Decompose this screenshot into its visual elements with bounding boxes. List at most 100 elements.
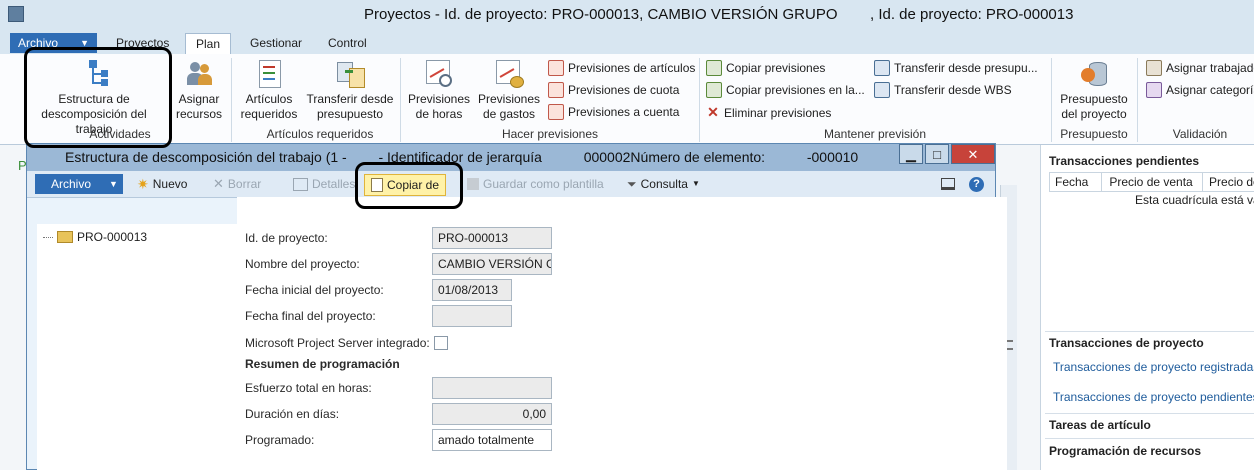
copy-forecasts-button[interactable]: Copiar previsiones — [706, 60, 825, 76]
project-name-label: Nombre del proyecto: — [245, 257, 360, 271]
save-as-template-label: Guardar como plantilla — [483, 177, 604, 191]
pending-transactions-link[interactable]: Transacciones de proyecto pendientes — [1053, 390, 1254, 404]
delete-forecasts-label: Eliminar previsiones — [724, 105, 832, 120]
column-header-precio-venta[interactable]: Precio de venta — [1102, 173, 1204, 191]
app-icon — [8, 6, 24, 22]
transfer-from-budget-button[interactable]: Transferir desde presupu... — [874, 60, 1038, 76]
tab-plan[interactable]: Plan — [185, 33, 232, 55]
window-title-suffix: , Id. de proyecto: PRO-000013 — [870, 6, 1074, 23]
ribbon-tab-bar: Proyectos Plan Gestionar Control — [0, 30, 1254, 55]
project-id-label: Id. de proyecto: — [245, 231, 328, 245]
column-header-fecha[interactable]: Fecha — [1050, 173, 1103, 191]
divider — [1045, 331, 1254, 332]
delete-forecasts-button[interactable]: ✕ Eliminar previsiones — [706, 104, 831, 121]
new-button[interactable]: ✷ Nuevo — [137, 175, 187, 193]
on-account-forecasts-button[interactable]: Previsiones a cuenta — [548, 104, 679, 120]
item-forecasts-button[interactable]: Previsiones de artículos — [548, 60, 695, 76]
query-button[interactable]: ⏷ Consulta ▼ — [627, 175, 700, 193]
transfer-from-wbs-button[interactable]: Transferir desde WBS — [874, 82, 1012, 98]
ribbon-separator — [1051, 58, 1052, 142]
assign-worker-label: Asignar trabajado — [1166, 61, 1254, 75]
annotation-highlight-copy-from — [355, 162, 463, 209]
duration-label: Duración en días: — [245, 407, 340, 421]
scheduled-field[interactable]: amado totalmente — [432, 429, 552, 451]
hour-forecasts-button[interactable]: Previsiones de horas — [406, 58, 472, 122]
required-items-button[interactable]: Artículos requeridos — [238, 58, 300, 122]
group-label-make-forecasts: Hacer previsiones — [501, 127, 599, 141]
ribbon-separator — [1137, 58, 1138, 142]
fee-forecasts-button[interactable]: Previsiones de cuota — [548, 82, 679, 98]
help-button[interactable]: ? — [969, 175, 984, 193]
divider — [1045, 413, 1254, 414]
item-forecasts-label: Previsiones de artículos — [568, 61, 696, 75]
database-budget-icon — [1079, 58, 1109, 88]
assign-resources-button[interactable]: Asignar recursos — [170, 58, 228, 122]
dialog-title-element: 000002Número de elemento: — [583, 149, 766, 165]
ribbon-separator — [400, 58, 401, 142]
assign-category-button[interactable]: Asignar categoría — [1146, 82, 1254, 98]
expense-forecasts-button[interactable]: Previsiones de gastos — [476, 58, 542, 122]
dialog-titlebar: Estructura de descomposición del trabajo… — [27, 144, 995, 171]
panel-layout-icon — [941, 178, 955, 190]
details-button[interactable]: Detalles — [293, 175, 355, 193]
transfer-from-wbs-label: Transferir desde WBS — [894, 83, 1012, 97]
transfer-budget-label: Transferir desde presupuesto — [306, 92, 394, 121]
annotation-highlight-wbs — [24, 47, 172, 148]
chart-icon — [548, 60, 564, 76]
dialog-title: Estructura de descomposición del trabajo… — [65, 149, 347, 165]
copy-chart-icon — [706, 82, 722, 98]
dialog-file-button[interactable]: Archivo ▼ — [35, 174, 123, 194]
resource-scheduling-title[interactable]: Programación de recursos — [1049, 444, 1201, 458]
effort-label: Esfuerzo total en horas: — [245, 381, 372, 395]
project-budget-button[interactable]: Presupuesto del proyecto — [1056, 58, 1132, 122]
project-id-field[interactable]: PRO-000013 — [432, 227, 552, 249]
effort-field[interactable] — [432, 377, 552, 399]
assign-category-label: Asignar categoría — [1166, 83, 1254, 97]
schedule-summary-heading: Resumen de programación — [245, 357, 400, 371]
delete-button[interactable]: ✕ Borrar — [213, 175, 261, 193]
tab-control[interactable]: Control — [318, 33, 377, 53]
maximize-button[interactable]: □ — [925, 144, 949, 164]
group-label-validation: Validación — [1172, 127, 1228, 141]
start-date-field[interactable]: 01/08/2013 — [432, 279, 512, 301]
divider — [1045, 438, 1254, 439]
category-icon — [1146, 82, 1162, 98]
transfer-budget-button[interactable]: Transferir desde presupuesto — [304, 58, 396, 122]
save-as-template-button[interactable]: Guardar como plantilla — [467, 175, 604, 193]
coins-chart-icon — [494, 58, 524, 88]
copy-forecasts-in-button[interactable]: Copiar previsiones en la... — [706, 82, 865, 98]
close-button[interactable]: ✕ — [951, 144, 995, 164]
tree-node-root[interactable]: PRO-000013 — [43, 230, 147, 244]
factbox-pane: Transacciones pendientes Fecha Precio de… — [1040, 145, 1254, 470]
delete-label: Borrar — [227, 177, 262, 191]
tree-connector — [43, 236, 53, 238]
transfer-icon — [335, 58, 365, 88]
item-tasks-title[interactable]: Tareas de artículo — [1049, 418, 1151, 432]
layout-toggle-button[interactable] — [941, 175, 955, 193]
wbs-tree: PRO-000013 — [37, 224, 237, 471]
chevron-down-icon: ▼ — [109, 179, 118, 189]
column-header-precio[interactable]: Precio de — [1203, 173, 1254, 191]
new-label: Nuevo — [152, 177, 188, 191]
project-transactions-title: Transacciones de proyecto — [1049, 336, 1204, 350]
minimize-button[interactable]: ▁ — [899, 144, 923, 164]
duration-field[interactable]: 0,00 — [432, 403, 552, 425]
posted-transactions-link[interactable]: Transacciones de proyecto registradas — [1053, 360, 1254, 374]
assign-worker-button[interactable]: Asignar trabajado — [1146, 60, 1254, 76]
tab-gestionar[interactable]: Gestionar — [240, 33, 312, 53]
ribbon-separator — [699, 58, 700, 142]
group-label-budget: Presupuesto — [1060, 127, 1128, 141]
ms-project-checkbox[interactable] — [434, 336, 448, 350]
dialog-file-label: Archivo — [51, 177, 92, 191]
delete-x-icon: ✕ — [213, 176, 224, 191]
project-budget-label: Presupuesto del proyecto — [1060, 92, 1128, 121]
project-form: Id. de proyecto: PRO-000013 Nombre del p… — [237, 197, 1007, 471]
chevron-down-icon: ▼ — [691, 179, 700, 188]
end-date-field[interactable] — [432, 305, 512, 327]
new-sparkle-icon: ✷ — [137, 176, 149, 192]
group-label-maintain-forecast: Mantener previsión — [823, 127, 927, 141]
filter-icon: ⏷ — [627, 177, 637, 191]
worker-icon — [1146, 60, 1162, 76]
dialog-toolbar: Archivo ▼ ✷ Nuevo ✕ Borrar Detalles Copi… — [27, 171, 995, 198]
project-name-field[interactable]: CAMBIO VERSIÓN G — [432, 253, 552, 275]
